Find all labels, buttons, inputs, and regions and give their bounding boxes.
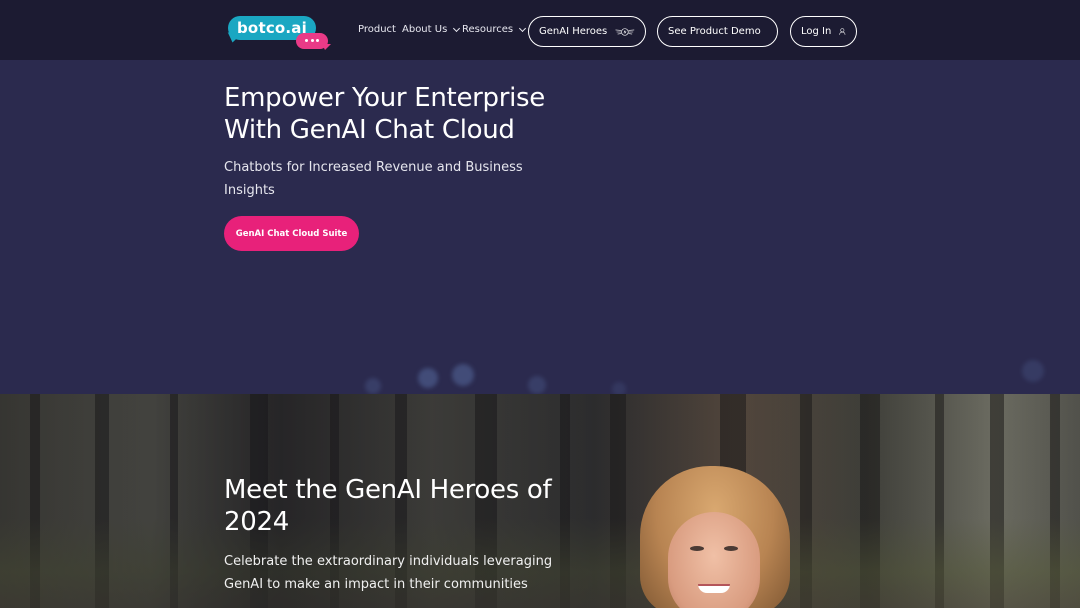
nav-product-label: Product bbox=[358, 24, 396, 35]
log-in-label: Log In bbox=[801, 26, 832, 37]
nav-about-us-label: About Us bbox=[402, 24, 448, 35]
genai-heroes-label: GenAI Heroes bbox=[539, 26, 608, 37]
nav-product[interactable]: Product bbox=[358, 24, 396, 35]
nav-resources[interactable]: Resources bbox=[462, 24, 527, 35]
user-icon bbox=[839, 28, 846, 35]
winged-bolt-icon bbox=[615, 27, 635, 36]
bokeh-light bbox=[528, 376, 546, 394]
heroes-subtitle: Celebrate the extraordinary individuals … bbox=[224, 554, 553, 592]
see-product-demo-button[interactable]: See Product Demo bbox=[657, 16, 778, 47]
heroes-title: Meet the GenAI Heroes of 2024 bbox=[224, 475, 552, 537]
chevron-down-icon bbox=[453, 24, 461, 32]
genai-heroes-button[interactable]: GenAI Heroes bbox=[528, 16, 646, 47]
logo-dots-tail bbox=[322, 44, 331, 50]
genai-heroes-section: Meet the GenAI Heroes of 2024 Celebrate … bbox=[0, 394, 1080, 608]
nav-resources-label: Resources bbox=[462, 24, 514, 35]
log-in-button[interactable]: Log In bbox=[790, 16, 857, 47]
chevron-down-icon bbox=[519, 24, 527, 32]
hero-portrait-photo bbox=[640, 466, 790, 608]
top-navigation: botco.ai Product About Us Resources GenA… bbox=[0, 0, 1080, 60]
bokeh-light bbox=[418, 368, 438, 388]
see-product-demo-label: See Product Demo bbox=[668, 26, 761, 37]
bokeh-light bbox=[1022, 360, 1044, 382]
bokeh-light bbox=[365, 378, 381, 394]
bokeh-light bbox=[452, 364, 474, 386]
hero-subtitle: Chatbots for Increased Revenue and Busin… bbox=[224, 160, 523, 198]
hero-title: Empower Your Enterprise With GenAI Chat … bbox=[224, 83, 545, 145]
hero-section: Empower Your Enterprise With GenAI Chat … bbox=[0, 60, 1080, 394]
genai-chat-cloud-suite-button[interactable]: GenAI Chat Cloud Suite bbox=[224, 216, 359, 251]
nav-about-us[interactable]: About Us bbox=[402, 24, 461, 35]
botco-logo[interactable]: botco.ai bbox=[224, 14, 331, 50]
bokeh-light bbox=[612, 382, 626, 394]
